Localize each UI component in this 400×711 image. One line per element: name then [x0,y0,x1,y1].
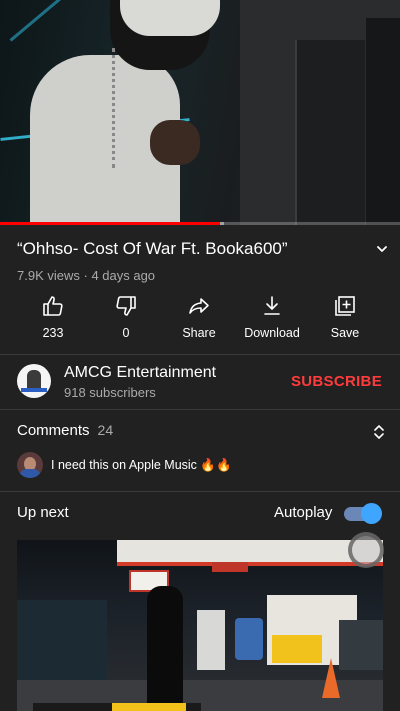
comments-count: 24 [97,422,114,438]
video-title: “Ohhso- Cost Of War Ft. Booka600” [17,239,288,258]
video-frame-door-edge [366,18,400,225]
chevron-down-icon[interactable] [375,242,389,256]
thumb-canopy-stripe [117,562,383,566]
video-player[interactable] [0,0,400,225]
view-count: 7.9K views [17,268,80,283]
thumb-canopy [117,540,383,562]
divider [0,491,400,492]
up-next-thumbnail[interactable] [17,540,383,711]
video-actions: 233 0 Share Download Save [0,294,400,344]
dislike-button[interactable]: 0 [86,294,166,340]
comments-header[interactable]: Comments 24 [17,422,113,439]
avatar-shirt [19,469,41,478]
subscribe-button[interactable]: SUBSCRIBE [291,373,382,390]
save-label: Save [330,326,360,340]
download-icon [264,296,280,315]
share-button[interactable]: Share [159,294,239,340]
divider [0,354,400,355]
download-button[interactable]: Download [232,294,312,340]
thumb-pump [197,610,225,670]
dislike-count: 0 [122,326,130,340]
subscriber-count: 918 subscribers [64,385,156,400]
divider [0,409,400,410]
avatar-stripe [21,388,47,392]
video-progress-bar[interactable] [0,222,400,225]
thumb-brand-bar-accent [112,703,186,711]
video-progress-fill [0,222,220,225]
thumb-traffic-cone [322,658,340,698]
top-comment-text[interactable]: I need this on Apple Music 🔥🔥 [51,458,232,473]
thumb-bin [235,618,263,660]
thumb-down-icon [116,296,136,316]
up-next-heading: Up next [17,504,69,521]
unfold-more-icon[interactable] [372,423,386,441]
like-button[interactable]: 233 [13,294,93,340]
add-to-playlist-icon [335,296,355,316]
video-frame-door [295,40,365,225]
thumb-pump-panel [272,635,322,663]
video-frame-neon-light-2 [9,0,81,42]
thumb-person [147,586,183,711]
autoplay-label: Autoplay [274,504,333,521]
video-meta: 7.9K views · 4 days ago [17,268,155,283]
video-frame-hat [120,0,220,36]
download-label: Download [244,326,300,340]
commenter-avatar[interactable] [17,452,43,478]
meta-separator: · [79,268,92,283]
video-frame-chain [112,48,132,168]
save-button[interactable]: Save [305,294,385,340]
thumb-up-icon [43,296,63,316]
share-icon [189,298,209,314]
like-count: 233 [42,326,64,340]
comments-heading: Comments [17,422,90,439]
floating-touch-button[interactable] [348,532,384,568]
upload-age: 4 days ago [91,268,156,283]
channel-name[interactable]: AMCG Entertainment [64,364,216,382]
thumb-sign-2 [212,562,248,572]
video-title-row[interactable]: “Ohhso- Cost Of War Ft. Booka600” [17,238,387,260]
share-label: Share [182,326,216,340]
watch-screen: “Ohhso- Cost Of War Ft. Booka600” 7.9K v… [0,0,400,711]
thumb-pump-3 [339,620,383,670]
thumb-shop [17,600,107,680]
toggle-knob [361,503,382,524]
channel-avatar[interactable] [17,364,51,398]
video-frame-hands [150,120,200,165]
autoplay-toggle[interactable] [344,503,382,524]
